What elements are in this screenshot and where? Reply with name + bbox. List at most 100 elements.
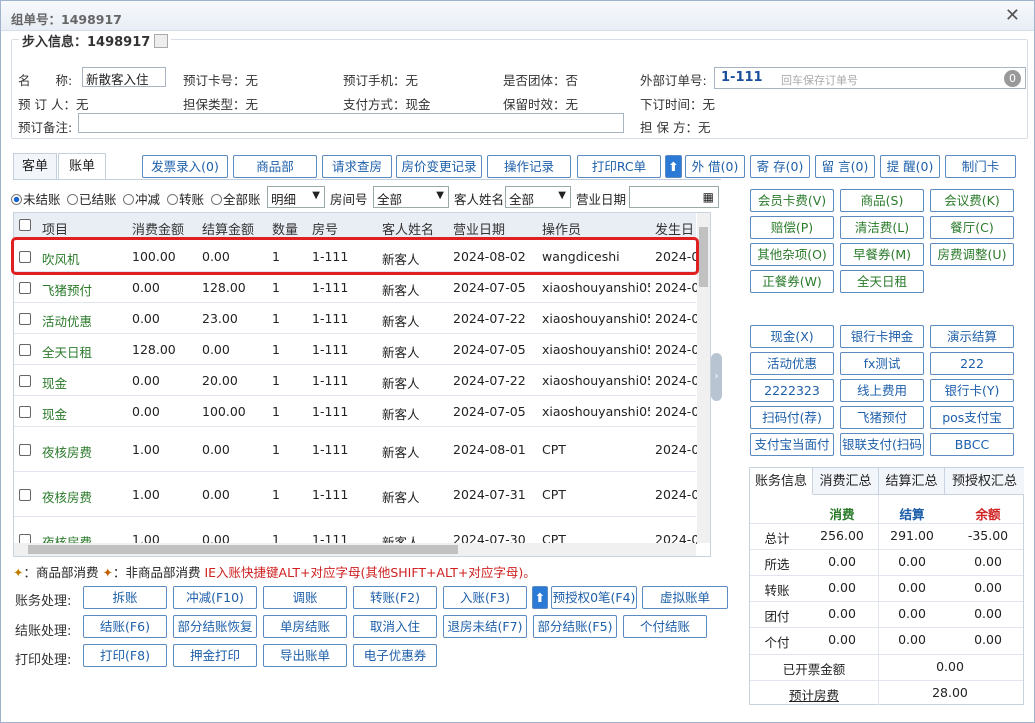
radio-transfer[interactable]: 转账: [167, 189, 204, 208]
checkout-button[interactable]: 个付结账: [623, 615, 707, 638]
tab-preauth-summary[interactable]: 预授权汇总: [945, 468, 1024, 495]
account-button[interactable]: 转账(F2): [353, 586, 437, 609]
tab-consume-summary[interactable]: 消费汇总: [813, 468, 879, 495]
tab-settle-summary[interactable]: 结算汇总: [879, 468, 945, 495]
payment-button[interactable]: 线上费用: [840, 379, 924, 402]
print-button[interactable]: 打印(F8): [83, 644, 167, 667]
payment-button[interactable]: 银行卡(Y): [930, 379, 1014, 402]
table-row[interactable]: 现金 0.00 100.00 1 1-111 新客人 2024-07-05 xiaoshouy…: [14, 396, 699, 427]
payment-button[interactable]: pos支付宝: [930, 406, 1014, 429]
checkout-button[interactable]: 退房未结(F7): [443, 615, 527, 638]
charge-button[interactable]: 全天日租: [840, 270, 924, 293]
account-button[interactable]: 调账: [263, 586, 347, 609]
radio-unsettled[interactable]: 未结账: [11, 189, 61, 208]
invoice-button[interactable]: 发票录入(0): [142, 155, 228, 178]
goods-dept-button[interactable]: 商品部: [233, 155, 317, 178]
scroll-thumb[interactable]: [699, 227, 708, 287]
arrow-up-icon[interactable]: ⬆: [532, 586, 548, 609]
checkout-button[interactable]: 结账(F6): [83, 615, 167, 638]
arrow-up-icon[interactable]: ⬆: [665, 155, 682, 178]
table-row[interactable]: 夜核房费 1.00 0.00 1 1-111 新客人 2024-07-31 CPT 2024-0: [14, 472, 699, 517]
horizontal-scrollbar[interactable]: [14, 543, 696, 556]
payment-button[interactable]: 演示结算: [930, 325, 1014, 348]
payment-button[interactable]: 银行卡押金: [840, 325, 924, 348]
charge-button[interactable]: 商品(S): [840, 189, 924, 212]
row-checkbox[interactable]: [19, 282, 31, 294]
tab-guest[interactable]: 客单: [13, 153, 57, 180]
charge-button[interactable]: 清洁费(L): [840, 216, 924, 239]
room-select[interactable]: 全部 ▼: [373, 186, 449, 208]
payment-button[interactable]: 现金(X): [750, 325, 834, 348]
copy-icon[interactable]: [154, 34, 169, 48]
mode-select[interactable]: 明细 ▼: [267, 186, 325, 208]
account-button[interactable]: 冲减(F10): [173, 586, 257, 609]
payment-button[interactable]: 银联支付(扫码: [840, 433, 924, 456]
reminder-button[interactable]: 提 醒(0): [880, 155, 940, 178]
charge-button[interactable]: 早餐券(M): [840, 243, 924, 266]
payment-button[interactable]: BBCC: [930, 433, 1014, 456]
select-all-checkbox[interactable]: [19, 219, 31, 231]
ext-order-badge[interactable]: 0: [1004, 70, 1021, 87]
table-row[interactable]: 活动优惠 0.00 23.00 1 1-111 新客人 2024-07-22 xiaoshou…: [14, 303, 699, 334]
payment-button[interactable]: 2222323: [750, 379, 834, 402]
scroll-thumb[interactable]: [28, 545, 458, 554]
payment-button[interactable]: 222: [930, 352, 1014, 375]
vertical-scrollbar[interactable]: [697, 213, 710, 543]
deposit-button[interactable]: 寄 存(0): [750, 155, 810, 178]
table-row[interactable]: 夜核房费 1.00 0.00 1 1-111 新客人 2024-08-01 CPT 2024-0: [14, 427, 699, 472]
account-button[interactable]: 虚拟账单: [642, 586, 728, 609]
row-checkbox[interactable]: [19, 251, 31, 263]
radio-settled[interactable]: 已结账: [67, 189, 117, 208]
radio-offset[interactable]: 冲减: [123, 189, 160, 208]
charge-button[interactable]: 其他杂项(O): [750, 243, 834, 266]
table-row[interactable]: 全天日租 128.00 0.00 1 1-111 新客人 2024-07-05 xiaosho…: [14, 334, 699, 365]
checkout-button[interactable]: 部分结账恢复: [173, 615, 257, 638]
est-room-fee-link[interactable]: 预计房费: [750, 685, 878, 704]
request-inspection-button[interactable]: 请求查房: [322, 155, 392, 178]
name-input[interactable]: 新散客入住: [82, 67, 166, 87]
print-rc-button[interactable]: 打印RC单: [577, 155, 661, 178]
charge-button[interactable]: 正餐券(W): [750, 270, 834, 293]
payment-button[interactable]: 扫码付(荐): [750, 406, 834, 429]
payment-button[interactable]: 活动优惠: [750, 352, 834, 375]
account-button[interactable]: 预授权0笔(F4): [551, 586, 637, 609]
payment-button[interactable]: 支付宝当面付: [750, 433, 834, 456]
charge-button[interactable]: 餐厅(C): [930, 216, 1014, 239]
print-button[interactable]: 电子优惠券: [353, 644, 437, 667]
tab-account-info[interactable]: 账务信息: [750, 468, 813, 495]
guest-select[interactable]: 全部 ▼: [505, 186, 571, 208]
row-checkbox[interactable]: [19, 406, 31, 418]
rate-change-button[interactable]: 房价变更记录: [396, 155, 482, 178]
collapse-handle[interactable]: ›: [711, 353, 722, 401]
charge-button[interactable]: 赔偿(P): [750, 216, 834, 239]
charge-button[interactable]: 会议费(K): [930, 189, 1014, 212]
print-button[interactable]: 押金打印: [173, 644, 257, 667]
table-row[interactable]: 现金 0.00 20.00 1 1-111 新客人 2024-07-22 xiaoshouya…: [14, 365, 699, 396]
payment-button[interactable]: 飞猪预付: [840, 406, 924, 429]
account-button[interactable]: 拆账: [83, 586, 167, 609]
checkout-button[interactable]: 单房结账: [263, 615, 347, 638]
row-checkbox[interactable]: [19, 313, 31, 325]
checkout-button[interactable]: 部分结账(F5): [533, 615, 617, 638]
payment-button[interactable]: fx测试: [840, 352, 924, 375]
table-row[interactable]: 飞猪预付 0.00 128.00 1 1-111 新客人 2024-07-05 xiaosho…: [14, 272, 699, 303]
make-card-button[interactable]: 制门卡: [945, 155, 1016, 178]
ext-order-field[interactable]: 1-111 回车保存订单号 0: [714, 67, 1026, 89]
charge-button[interactable]: 房费调整(U): [930, 243, 1014, 266]
date-input[interactable]: ▦: [629, 186, 719, 208]
remark-input[interactable]: [78, 113, 624, 133]
calendar-icon[interactable]: ▦: [703, 190, 714, 204]
message-button[interactable]: 留 言(0): [815, 155, 875, 178]
charge-button[interactable]: 会员卡费(V): [750, 189, 834, 212]
borrow-button[interactable]: 外 借(0): [685, 155, 745, 178]
row-checkbox[interactable]: [19, 444, 31, 456]
account-button[interactable]: 入账(F3): [443, 586, 527, 609]
table-row[interactable]: 吹风机 100.00 0.00 1 1-111 新客人 2024-08-02 wangdice…: [14, 241, 699, 272]
print-button[interactable]: 导出账单: [263, 644, 347, 667]
row-checkbox[interactable]: [19, 344, 31, 356]
row-checkbox[interactable]: [19, 489, 31, 501]
tab-bill[interactable]: 账单: [58, 153, 106, 180]
close-icon[interactable]: ✕: [1005, 5, 1020, 26]
radio-all[interactable]: 全部账: [211, 189, 261, 208]
checkout-button[interactable]: 取消入住: [353, 615, 437, 638]
